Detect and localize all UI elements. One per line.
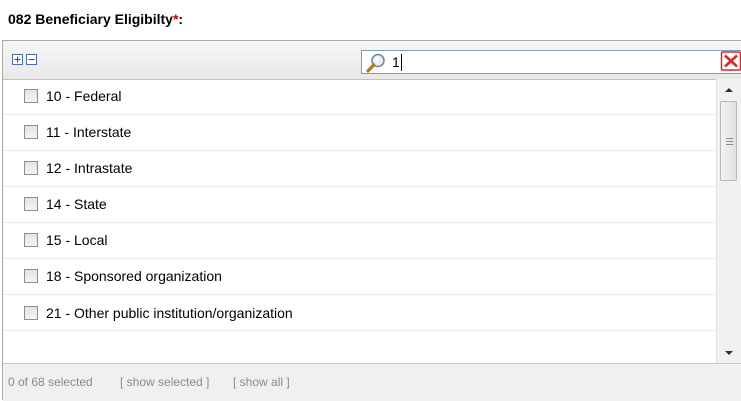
clear-search-icon[interactable] bbox=[720, 50, 741, 72]
collapse-all-icon[interactable] bbox=[26, 54, 37, 65]
expand-all-icon[interactable] bbox=[12, 54, 23, 65]
option-checkbox[interactable] bbox=[24, 306, 38, 320]
list-item[interactable]: 11 - Interstate bbox=[3, 115, 716, 151]
vertical-scrollbar[interactable] bbox=[716, 79, 741, 363]
list-item[interactable]: 21 - Other public institution/organizati… bbox=[3, 295, 716, 331]
list-item[interactable]: 10 - Federal bbox=[3, 79, 716, 115]
list-item[interactable]: 14 - State bbox=[3, 187, 716, 223]
option-checkbox[interactable] bbox=[24, 269, 38, 283]
option-label: 10 - Federal bbox=[46, 88, 122, 104]
list-item[interactable]: 12 - Intrastate bbox=[3, 151, 716, 187]
option-label: 11 - Interstate bbox=[46, 124, 132, 140]
option-list: 10 - Federal 11 - Interstate 12 - Intras… bbox=[3, 79, 716, 363]
field-label-colon: : bbox=[178, 11, 184, 27]
scroll-down-arrow-icon[interactable] bbox=[717, 343, 741, 363]
option-label: 21 - Other public institution/organizati… bbox=[46, 305, 293, 321]
search-icon bbox=[366, 53, 385, 73]
search-input[interactable] bbox=[392, 52, 712, 72]
list-item[interactable]: 18 - Sponsored organization bbox=[3, 259, 716, 295]
text-cursor bbox=[401, 54, 402, 71]
search-box bbox=[361, 50, 741, 74]
thumb-grip-line bbox=[726, 138, 733, 139]
option-label: 12 - Intrastate bbox=[46, 160, 133, 176]
list-item[interactable]: 15 - Local bbox=[3, 223, 716, 259]
option-checkbox[interactable] bbox=[24, 233, 38, 247]
thumb-grip-line bbox=[726, 144, 733, 145]
field-label-text: 082 Beneficiary Eligibilty bbox=[8, 11, 173, 27]
option-checkbox[interactable] bbox=[24, 161, 38, 175]
show-all-link[interactable]: [ show all ] bbox=[233, 375, 290, 389]
scrollbar-thumb[interactable] bbox=[720, 101, 737, 181]
option-label: 14 - State bbox=[46, 196, 107, 212]
option-checkbox[interactable] bbox=[24, 89, 38, 103]
option-label: 18 - Sponsored organization bbox=[46, 268, 222, 284]
selected-count: 0 of 68 selected bbox=[8, 375, 93, 389]
option-checkbox[interactable] bbox=[24, 197, 38, 211]
option-label: 15 - Local bbox=[46, 232, 108, 248]
field-label: 082 Beneficiary Eligibilty*: bbox=[8, 11, 183, 27]
scroll-up-arrow-icon[interactable] bbox=[717, 79, 741, 99]
toolbar bbox=[3, 41, 741, 80]
thumb-grip-line bbox=[726, 141, 733, 142]
multiselect-widget: 10 - Federal 11 - Interstate 12 - Intras… bbox=[2, 40, 741, 401]
selection-footer: 0 of 68 selected [ show selected ] [ sho… bbox=[3, 363, 741, 401]
option-checkbox[interactable] bbox=[24, 125, 38, 139]
show-selected-link[interactable]: [ show selected ] bbox=[120, 375, 209, 389]
